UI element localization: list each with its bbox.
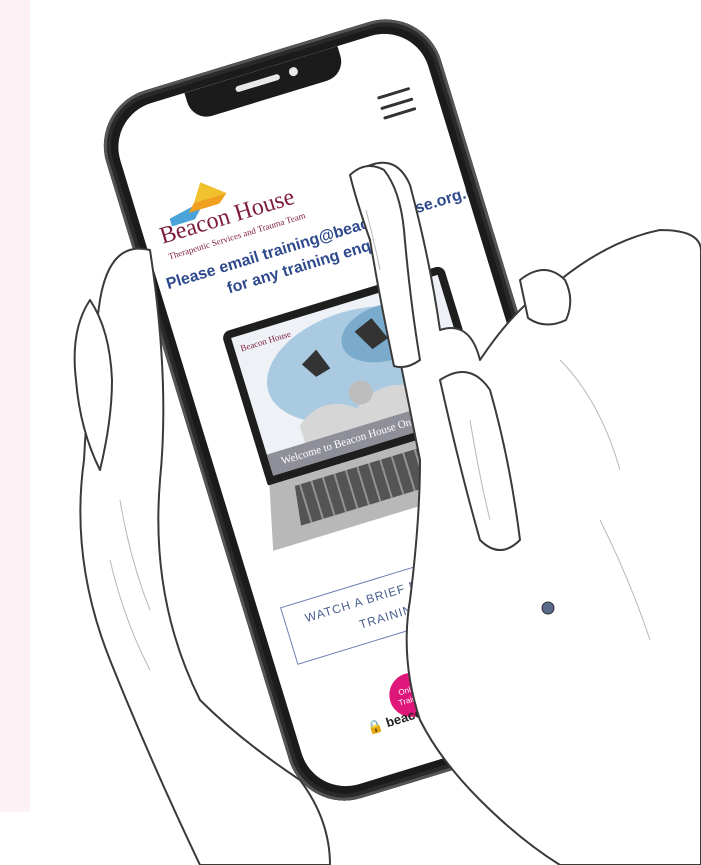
- lock-icon: 🔒: [365, 716, 385, 736]
- speaker-grille: [234, 73, 281, 93]
- ring-finger: [519, 269, 572, 326]
- smartphone: Beacon House Therapeutic Services and Tr…: [89, 5, 641, 815]
- left-thumb: [73, 299, 113, 471]
- illustration: Beacon House Therapeutic Services and Tr…: [0, 0, 701, 865]
- laptop-image: Beacon House Welcome to Beacon House Onl…: [208, 261, 527, 567]
- front-camera: [287, 66, 300, 78]
- menu-icon[interactable]: [376, 86, 417, 120]
